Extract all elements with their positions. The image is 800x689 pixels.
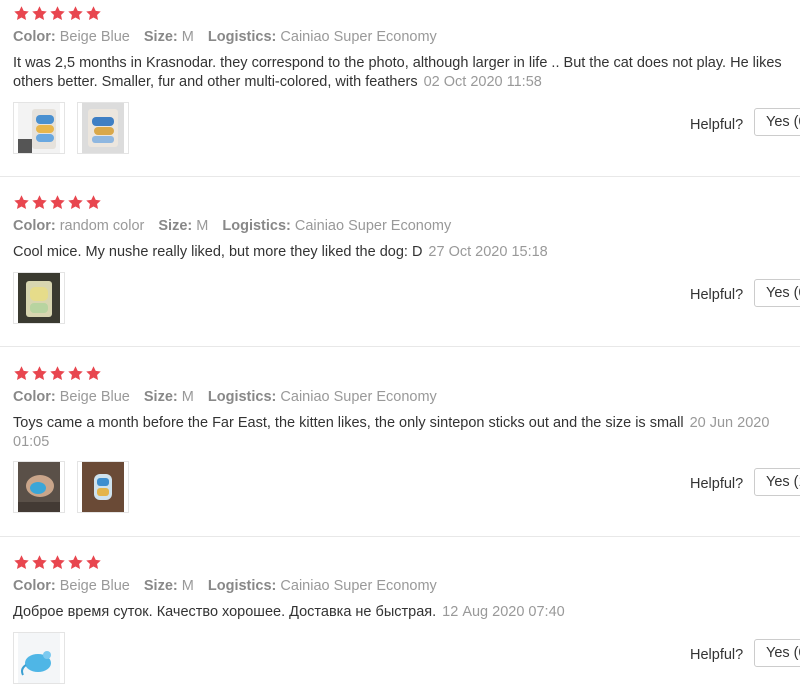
- review-photo[interactable]: [13, 632, 65, 684]
- review-body: Cool mice. My nushe really liked, but mo…: [13, 244, 423, 260]
- color-key: Color:: [13, 218, 56, 234]
- star-icon: [49, 554, 67, 571]
- star-icon: [67, 5, 85, 22]
- logistics-key: Logistics:: [207, 389, 277, 405]
- logistics-value: Cainiao Super Economy: [280, 389, 437, 405]
- logistics-key: Logistics:: [207, 578, 277, 594]
- helpful-yes-button[interactable]: Yes (1: [754, 468, 800, 496]
- star-rating: [13, 365, 103, 383]
- review-text: Toys came a month before the Far East, t…: [13, 414, 783, 452]
- star-icon: [67, 194, 85, 211]
- logistics-value: Cainiao Super Economy: [294, 218, 452, 234]
- review-text: It was 2,5 months in Krasnodar. they cor…: [13, 54, 783, 92]
- star-icon: [67, 365, 85, 382]
- star-icon: [31, 554, 49, 571]
- star-icon: [31, 365, 49, 382]
- review-photo[interactable]: [77, 461, 129, 513]
- star-icon: [31, 5, 49, 22]
- review-photo[interactable]: [77, 102, 129, 154]
- star-rating: [13, 194, 103, 212]
- star-icon: [31, 194, 49, 211]
- helpful-yes-button[interactable]: Yes (0: [754, 108, 800, 136]
- helpful-label: Helpful?: [690, 287, 744, 303]
- star-icon: [49, 365, 67, 382]
- star-icon: [49, 194, 67, 211]
- review-text: Доброе время суток. Качество хорошее. До…: [13, 603, 783, 622]
- helpful-yes-button[interactable]: Yes (0: [754, 279, 800, 307]
- star-icon: [13, 5, 31, 22]
- color-value: Beige Blue: [59, 578, 130, 594]
- review-body: Доброе время суток. Качество хорошее. До…: [13, 604, 437, 620]
- logistics-value: Cainiao Super Economy: [280, 29, 437, 45]
- review-photo[interactable]: [13, 102, 65, 154]
- helpful-yes-button[interactable]: Yes (0: [754, 639, 800, 667]
- star-icon: [13, 554, 31, 571]
- star-icon: [85, 194, 103, 211]
- star-icon: [85, 554, 103, 571]
- size-value: M: [181, 578, 194, 594]
- review-divider: [0, 346, 800, 347]
- review-date: 27 Oct 2020 15:18: [428, 244, 548, 260]
- star-icon: [49, 5, 67, 22]
- star-icon: [13, 365, 31, 382]
- review-text: Cool mice. My nushe really liked, but mo…: [13, 243, 783, 262]
- color-value: Beige Blue: [59, 29, 130, 45]
- logistics-key: Logistics:: [207, 29, 277, 45]
- size-key: Size:: [143, 389, 178, 405]
- review-meta: Color: Beige Blue Size: M Logistics: Cai…: [13, 578, 437, 594]
- helpful-label: Helpful?: [690, 647, 744, 663]
- color-key: Color:: [13, 389, 56, 405]
- size-key: Size:: [143, 29, 178, 45]
- review-body: Toys came a month before the Far East, t…: [13, 415, 684, 431]
- review-divider: [0, 176, 800, 177]
- star-rating: [13, 5, 103, 23]
- review-date: 02 Oct 2020 11:58: [423, 74, 542, 90]
- size-value: M: [181, 389, 194, 405]
- size-value: M: [181, 29, 194, 45]
- review-meta: Color: random color Size: M Logistics: C…: [13, 218, 451, 234]
- star-icon: [85, 365, 103, 382]
- size-value: M: [196, 218, 209, 234]
- review-meta: Color: Beige Blue Size: M Logistics: Cai…: [13, 29, 437, 45]
- color-key: Color:: [13, 29, 56, 45]
- review-photo[interactable]: [13, 461, 65, 513]
- review-divider: [0, 536, 800, 537]
- review-photo[interactable]: [13, 272, 65, 324]
- color-key: Color:: [13, 578, 56, 594]
- review-meta: Color: Beige Blue Size: M Logistics: Cai…: [13, 389, 437, 405]
- helpful-label: Helpful?: [690, 476, 744, 492]
- logistics-key: Logistics:: [222, 218, 291, 234]
- color-value: random color: [59, 218, 145, 234]
- star-icon: [67, 554, 85, 571]
- star-icon: [13, 194, 31, 211]
- size-key: Size:: [158, 218, 193, 234]
- size-key: Size:: [143, 578, 178, 594]
- helpful-label: Helpful?: [690, 117, 744, 133]
- logistics-value: Cainiao Super Economy: [280, 578, 437, 594]
- star-rating: [13, 554, 103, 572]
- review-body: It was 2,5 months in Krasnodar. they cor…: [13, 55, 782, 90]
- color-value: Beige Blue: [59, 389, 130, 405]
- star-icon: [85, 5, 103, 22]
- review-date: 12 Aug 2020 07:40: [442, 604, 565, 620]
